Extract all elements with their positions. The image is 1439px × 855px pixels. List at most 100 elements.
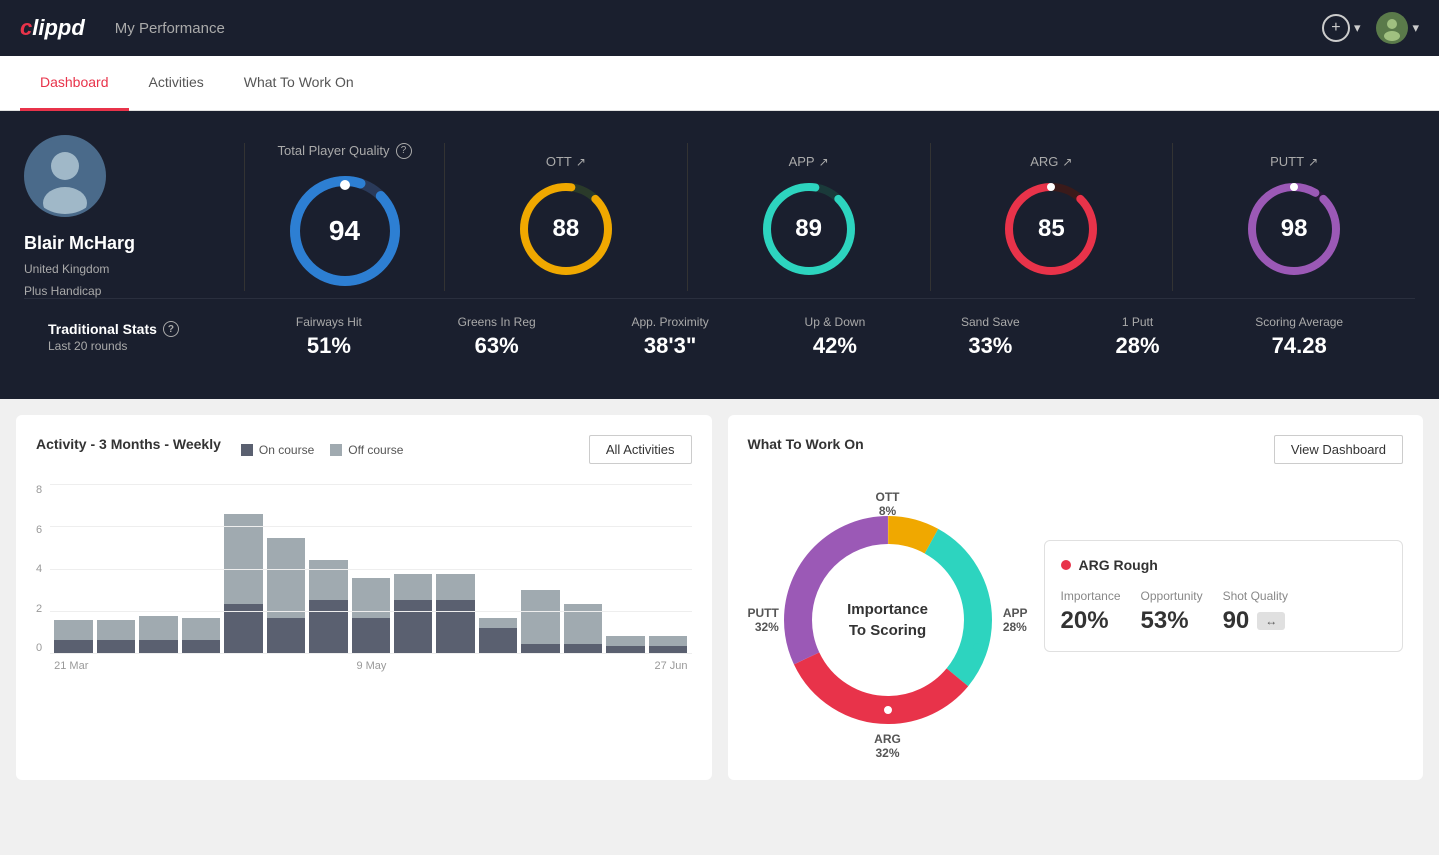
header-actions: + ▾ ▾ [1322, 12, 1419, 44]
off-course-legend-icon [330, 444, 342, 456]
bars-container [50, 484, 691, 654]
score-items: OTT ↗ 88 APP ↗ [445, 143, 1415, 291]
ott-label: OTT 8% [876, 490, 900, 518]
player-country: United Kingdom [24, 262, 109, 276]
what-to-work-on-card: What To Work On View Dashboard [728, 415, 1424, 780]
tab-activities[interactable]: Activities [129, 56, 224, 111]
avatar [1376, 12, 1408, 44]
score-item-app: APP ↗ 89 [688, 143, 931, 291]
all-activities-button[interactable]: All Activities [589, 435, 692, 464]
total-quality-help-icon[interactable]: ? [396, 143, 412, 159]
player-info: Blair McHarg United Kingdom Plus Handica… [24, 135, 224, 298]
hero-top: Blair McHarg United Kingdom Plus Handica… [24, 135, 1415, 298]
y-label-2: 2 [36, 603, 42, 615]
y-label-6: 6 [36, 524, 42, 536]
detail-dot-icon [1061, 560, 1071, 570]
profile-button[interactable]: ▾ [1376, 12, 1419, 44]
stat-up-down: Up & Down 42% [805, 315, 866, 359]
header-title: My Performance [115, 20, 1322, 37]
shot-quality-badge: ↔ [1257, 612, 1285, 630]
chart-legend: On course Off course [241, 443, 404, 457]
stat-greens-in-reg: Greens In Reg 63% [458, 315, 536, 359]
bottom-section: Activity - 3 Months - Weekly On course O… [0, 399, 1439, 796]
total-quality-ring: 94 [285, 171, 405, 291]
app-ring: 89 [759, 179, 859, 279]
app-label: APP 28% [1003, 606, 1028, 634]
putt-ring: 98 [1244, 179, 1344, 279]
metric-opportunity: Opportunity 53% [1141, 589, 1203, 635]
arg-indicator [883, 705, 893, 715]
arg-value: 85 [1038, 215, 1065, 243]
player-name: Blair McHarg [24, 233, 135, 254]
score-item-ott: OTT ↗ 88 [445, 143, 688, 291]
x-label-jun: 27 Jun [654, 660, 687, 672]
add-dropdown-arrow: ▾ [1354, 20, 1361, 36]
legend-on-course: On course [241, 443, 314, 457]
scores-section: Total Player Quality ? 94 OTT [244, 143, 1415, 291]
score-label-app: APP ↗ [789, 154, 829, 169]
metric-importance: Importance 20% [1061, 589, 1121, 635]
bar-group [224, 514, 262, 654]
bar-group [139, 616, 177, 654]
ott-arrow-icon: ↗ [576, 155, 586, 169]
bar-group [54, 620, 92, 654]
x-labels: 21 Mar 9 May 27 Jun [50, 656, 691, 672]
traditional-stats: Traditional Stats ? Last 20 rounds Fairw… [24, 298, 1415, 375]
chart-area: 8 6 4 2 0 [36, 484, 692, 704]
detail-area: ARG Rough Importance 20% Opportunity 53%… [1044, 540, 1404, 760]
stat-sand-save: Sand Save 33% [961, 315, 1020, 359]
legend-off-course: Off course [330, 443, 403, 457]
putt-arrow-icon: ↗ [1308, 155, 1318, 169]
bar-group [606, 636, 644, 654]
x-label-may: 9 May [356, 660, 386, 672]
arg-arrow-icon: ↗ [1062, 155, 1072, 169]
score-label-ott: OTT ↗ [546, 154, 586, 169]
score-item-putt: PUTT ↗ 98 [1173, 143, 1415, 291]
bar-group [182, 618, 220, 654]
player-avatar [24, 135, 106, 217]
player-handicap: Plus Handicap [24, 284, 101, 298]
stat-items: Fairways Hit 51% Greens In Reg 63% App. … [248, 315, 1391, 359]
trad-stats-help-icon[interactable]: ? [163, 321, 179, 337]
activity-card: Activity - 3 Months - Weekly On course O… [16, 415, 712, 780]
bar-group [479, 618, 517, 654]
trad-stats-label: Traditional Stats ? Last 20 rounds [48, 321, 248, 353]
bar-group [97, 620, 135, 654]
header: clippd My Performance + ▾ ▾ [0, 0, 1439, 56]
bar-group [521, 590, 559, 654]
wtwo-content: Importance To Scoring OTT 8% APP 28% ARG… [748, 480, 1404, 760]
profile-dropdown-arrow: ▾ [1412, 20, 1419, 36]
y-label-0: 0 [36, 642, 42, 654]
bar-group [394, 574, 432, 654]
nav-tabs: Dashboard Activities What To Work On [0, 56, 1439, 111]
stat-1-putt: 1 Putt 28% [1115, 315, 1159, 359]
bar-group [309, 560, 347, 654]
bar-group [564, 604, 602, 654]
view-dashboard-button[interactable]: View Dashboard [1274, 435, 1403, 464]
score-label-putt: PUTT ↗ [1270, 154, 1318, 169]
donut-chart: Importance To Scoring OTT 8% APP 28% ARG… [748, 480, 1028, 760]
total-quality: Total Player Quality ? 94 [265, 143, 445, 291]
stat-fairways-hit: Fairways Hit 51% [296, 315, 362, 359]
logo-rest: lippd [32, 15, 85, 40]
tab-dashboard[interactable]: Dashboard [20, 56, 129, 111]
wtwo-header: What To Work On View Dashboard [748, 435, 1404, 464]
on-course-legend-icon [241, 444, 253, 456]
activity-title: Activity - 3 Months - Weekly [36, 436, 221, 452]
bar-group [649, 636, 687, 654]
hero-section: Blair McHarg United Kingdom Plus Handica… [0, 111, 1439, 399]
y-label-4: 4 [36, 563, 42, 575]
score-label-arg: ARG ↗ [1030, 154, 1072, 169]
total-quality-label: Total Player Quality ? [278, 143, 412, 159]
app-indicator [973, 643, 983, 653]
tab-what-to-work-on[interactable]: What To Work On [224, 56, 374, 111]
donut-center-text: Importance To Scoring [847, 599, 928, 641]
arg-label: ARG 32% [874, 732, 901, 760]
putt-label: PUTT 32% [748, 606, 779, 634]
app-value: 89 [795, 215, 822, 243]
detail-title: ARG Rough [1061, 557, 1387, 573]
add-button[interactable]: + ▾ [1322, 14, 1361, 42]
wtwo-title: What To Work On [748, 436, 864, 452]
stat-app-proximity: App. Proximity 38'3" [631, 315, 708, 359]
total-score-value: 94 [329, 215, 360, 247]
